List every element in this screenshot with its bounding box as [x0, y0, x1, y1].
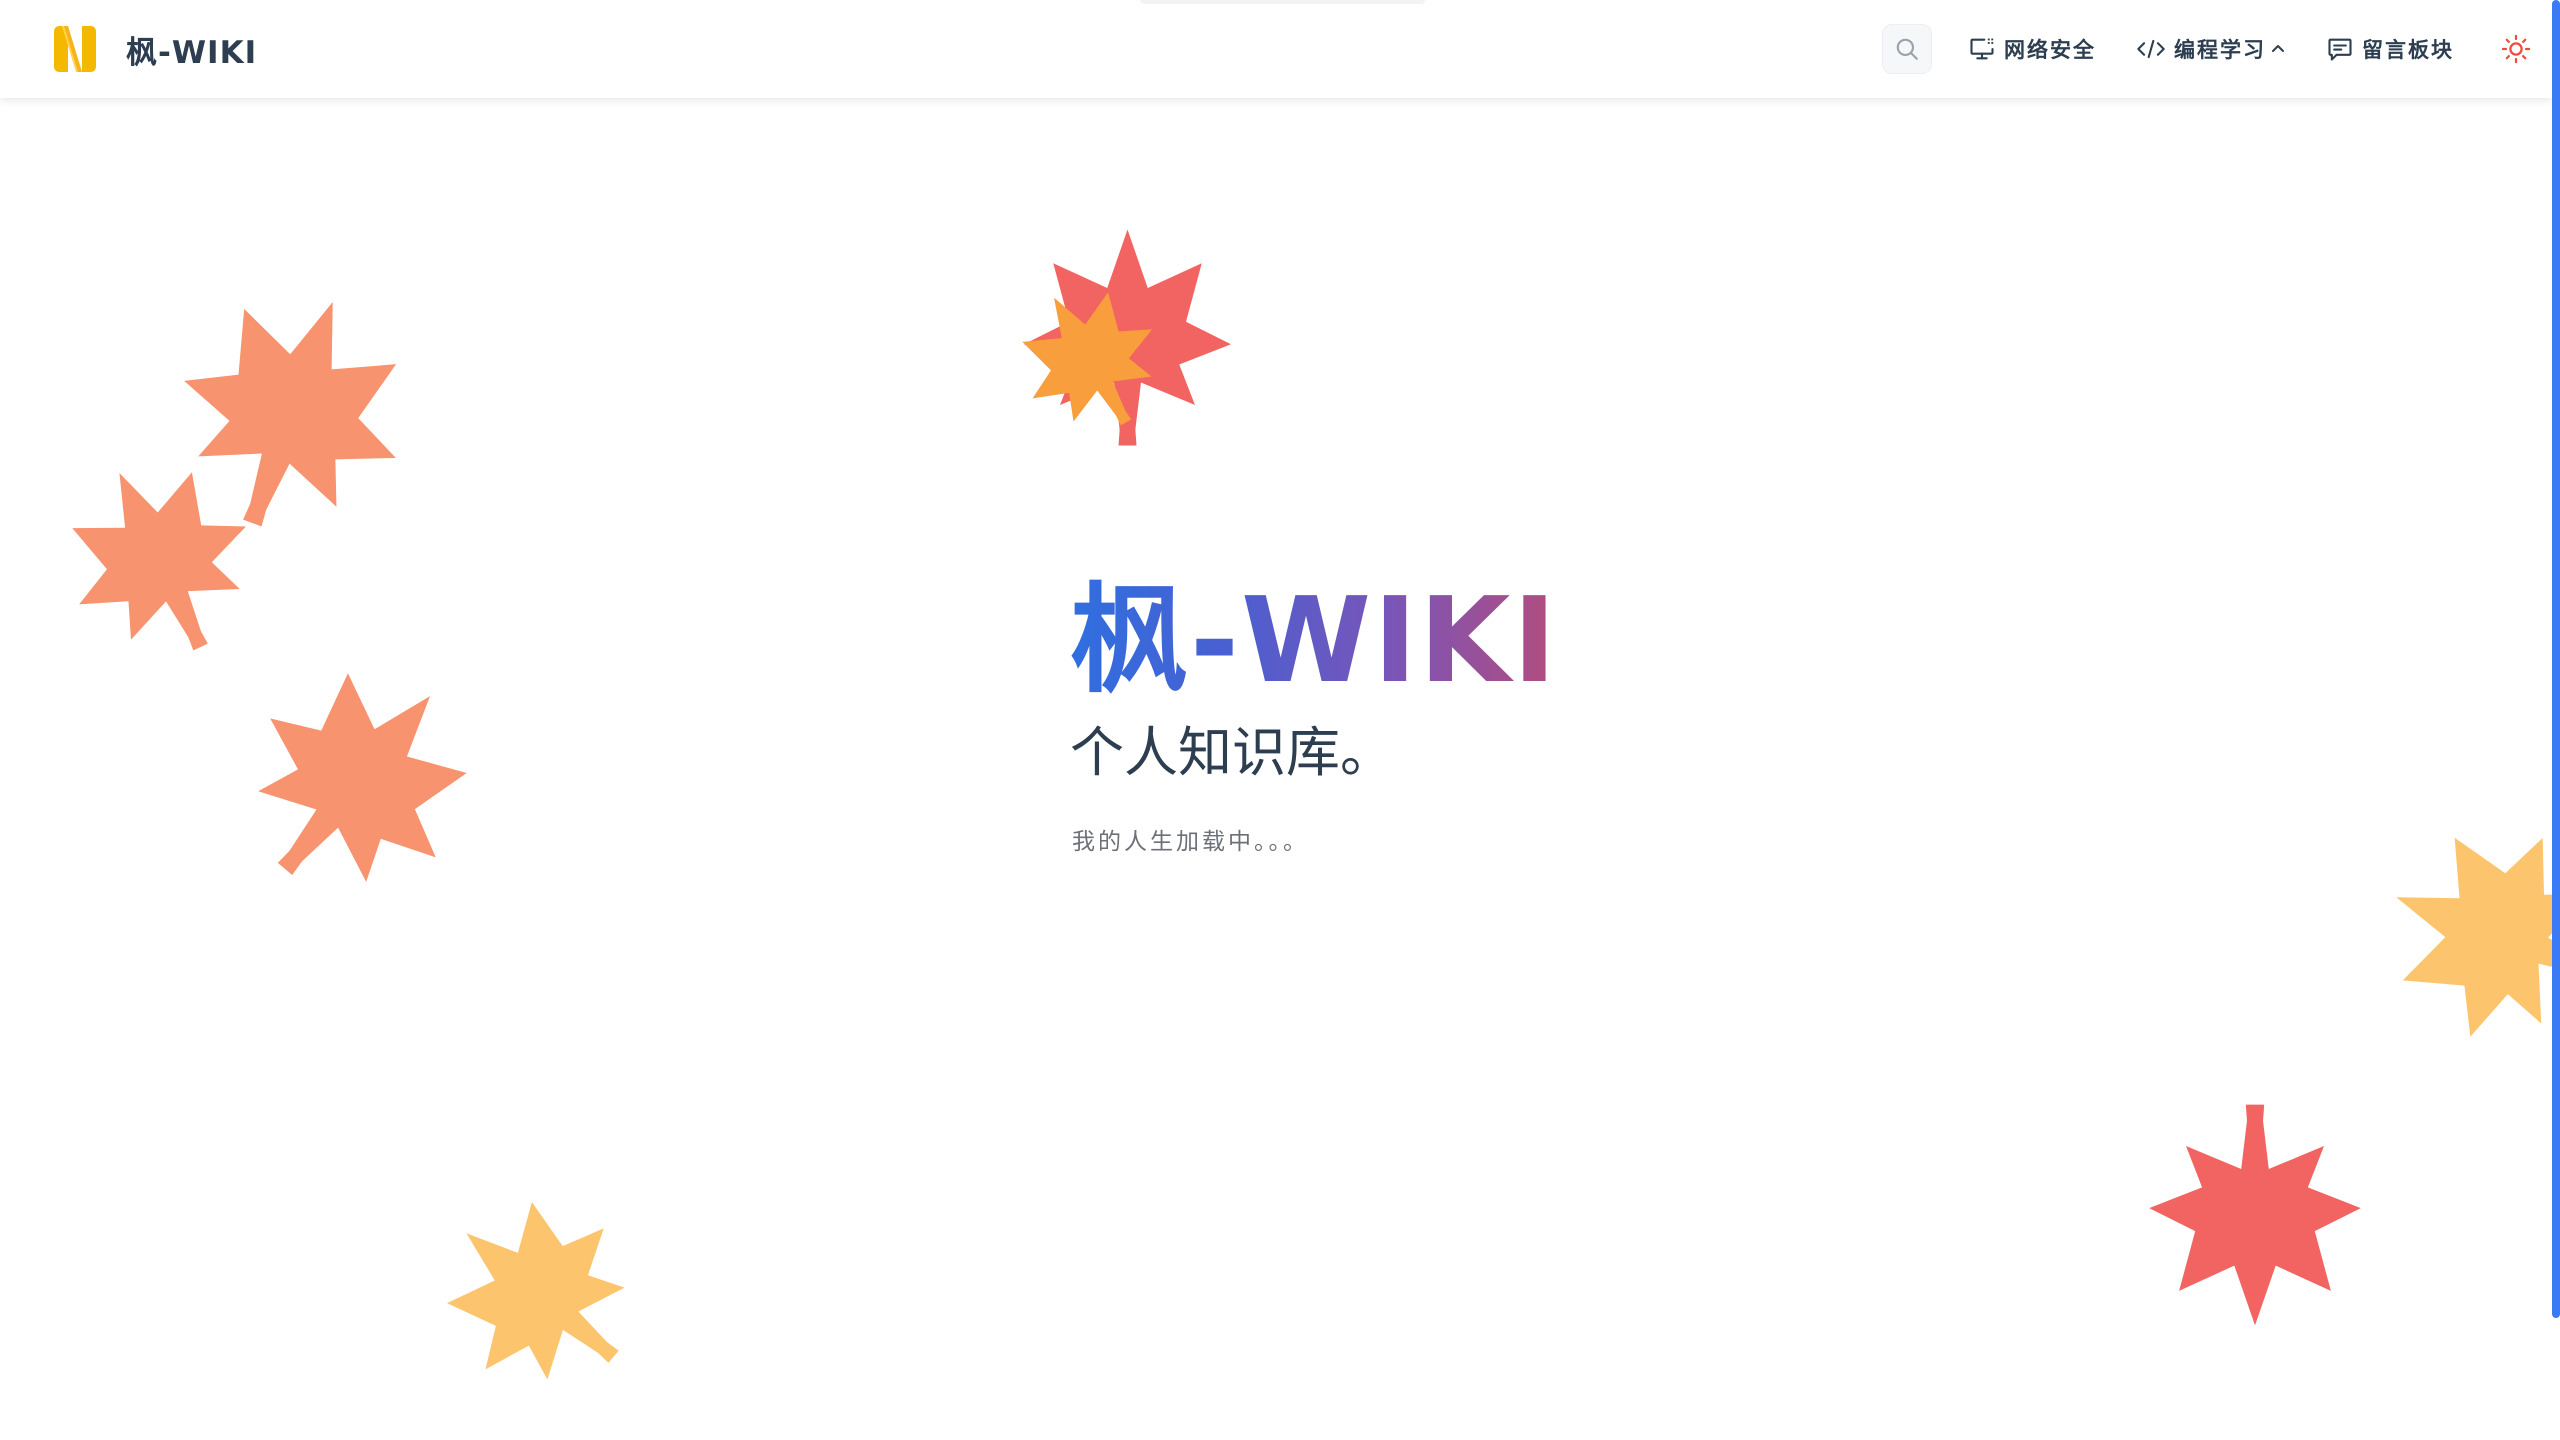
maple-leaf-icon [2140, 1100, 2370, 1330]
nav-item-label: 编程学习 [2174, 38, 2266, 62]
search-button[interactable] [1882, 24, 1932, 74]
hero-text: 个人知识库。 [1070, 721, 1394, 784]
hero-tagline: 我的人生加载中。。。 [1072, 829, 1309, 855]
nav-actions: 网络安全 编程学习 留言板块 [1882, 24, 2542, 74]
maple-leaf-icon [399, 1154, 681, 1436]
maple-leaf-icon [2353, 788, 2560, 1083]
sun-icon [2501, 34, 2531, 64]
site-brand-link[interactable]: 枫-WIKI [48, 22, 257, 76]
site-logo [48, 22, 102, 76]
nav-item-label: 网络安全 [2004, 38, 2096, 62]
theme-toggle-button[interactable] [2494, 27, 2538, 71]
message-icon [2328, 38, 2352, 61]
search-icon [1896, 38, 1918, 60]
nav-item-programming[interactable]: 编程学习 [2136, 24, 2286, 74]
maple-leaf-icon [192, 617, 523, 948]
page: 枫-WIKI 网络安全 编程学习 留言板块 枫-WIKI 个人知识库。 我的人生… [0, 0, 2560, 1440]
hero: 枫-WIKI 个人知识库。 我的人生加载中。。。 [1070, 570, 1710, 858]
top-notch [1140, 0, 1425, 4]
nav-item-label: 留言板块 [2362, 38, 2454, 62]
navbar: 枫-WIKI 网络安全 编程学习 留言板块 [0, 0, 2552, 98]
nav-item-message-board[interactable]: 留言板块 [2326, 24, 2454, 74]
nav-item-network-security[interactable]: 网络安全 [1968, 24, 2096, 74]
scrollbar-thumb[interactable] [2552, 0, 2560, 1318]
monitor-icon [1970, 38, 1994, 60]
chevron-up-icon [2272, 45, 2284, 52]
site-title: 枫-WIKI [126, 34, 258, 71]
hero-name: 枫-WIKI [1070, 570, 1710, 710]
code-icon [2137, 39, 2165, 59]
